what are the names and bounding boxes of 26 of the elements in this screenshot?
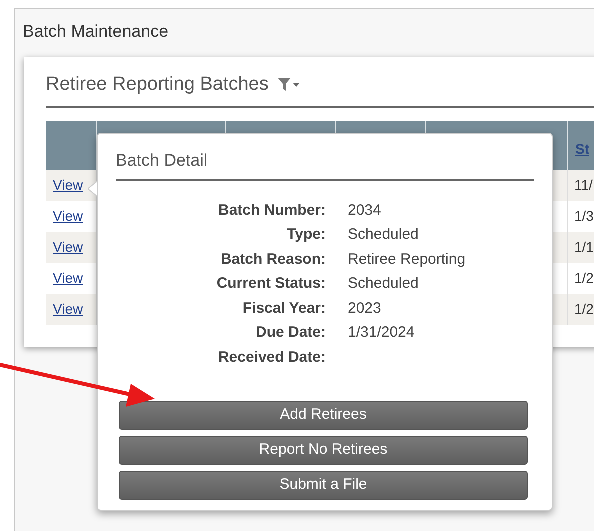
field-value: Retiree Reporting (348, 250, 467, 270)
view-link[interactable]: View (53, 270, 84, 286)
field-value: 2023 (348, 298, 382, 318)
field-label: Type: (286, 225, 326, 245)
field-label: Batch Number: (217, 200, 326, 220)
action-button[interactable]: Report No Retirees (119, 436, 528, 465)
page-title: Batch Maintenance (22, 21, 170, 43)
field-value: Scheduled (348, 225, 420, 245)
table-cell: 1/2 (574, 300, 594, 316)
field-label: Received Date: (217, 348, 326, 368)
field-label: Current Status: (216, 274, 326, 294)
field-value: Scheduled (348, 274, 420, 294)
field-value: 1/31/2024 (348, 323, 416, 343)
field-label: Fiscal Year: (242, 298, 326, 318)
table-cell: 11/ (574, 176, 593, 192)
table-cell: 1/3 (574, 208, 594, 224)
table-cell: 1/2 (574, 270, 594, 286)
field-value: 2034 (348, 200, 382, 220)
popover-title: Batch Detail (116, 148, 534, 180)
table-cell: 1/1 (574, 238, 594, 254)
action-button[interactable]: Add Retirees (119, 401, 528, 430)
action-button[interactable]: Submit a File (119, 471, 528, 500)
section-title: Retiree Reporting Batches (46, 73, 269, 97)
view-link[interactable]: View (53, 208, 84, 224)
field-label: Due Date: (254, 323, 326, 343)
field-label: Batch Reason: (220, 250, 326, 270)
